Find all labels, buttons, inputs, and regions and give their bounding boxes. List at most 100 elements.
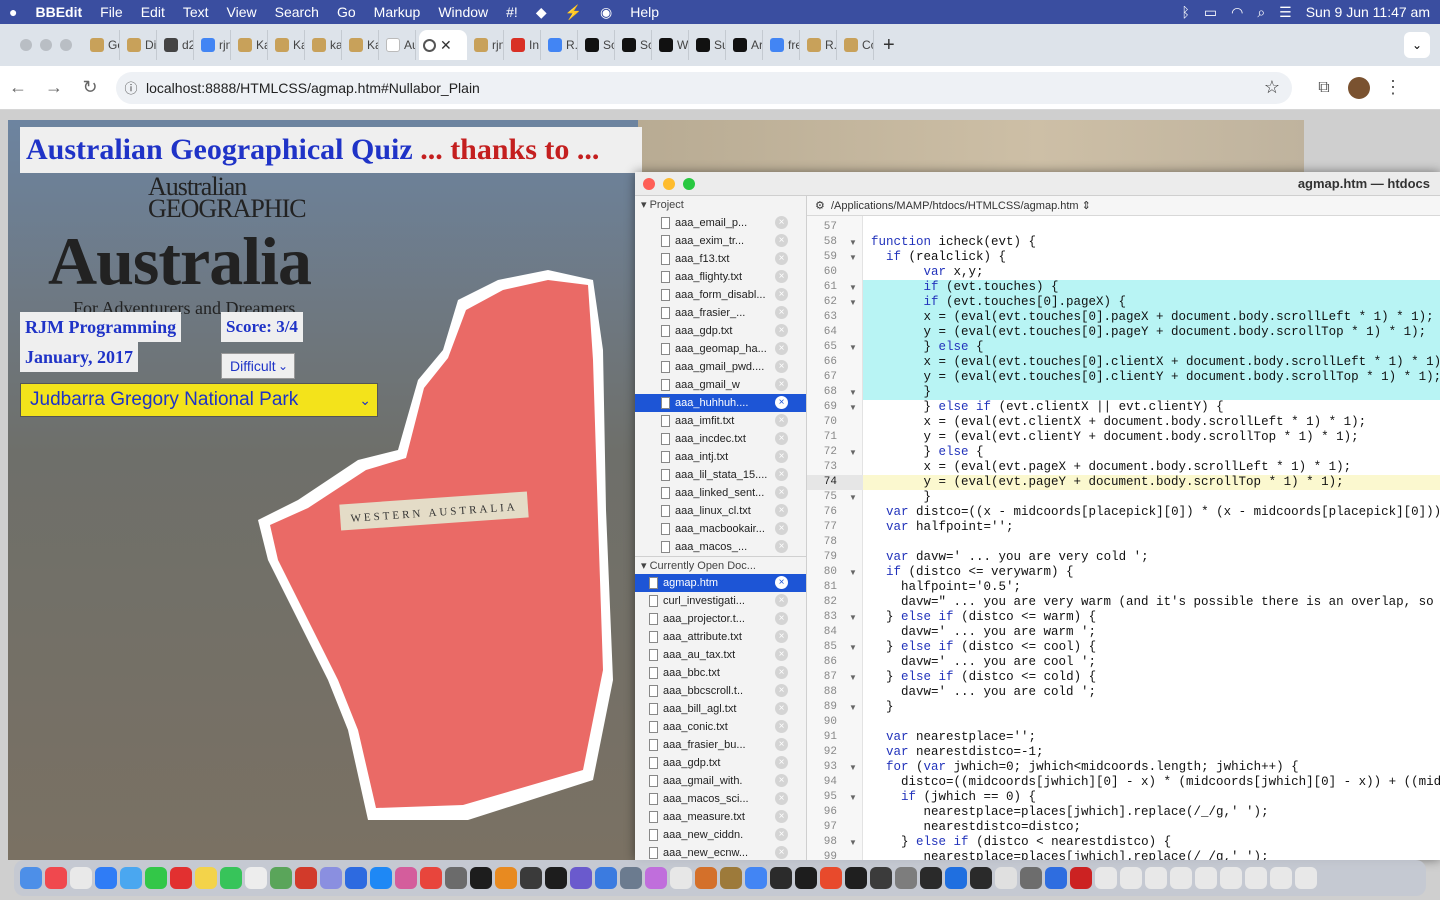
browser-tab[interactable]: R. <box>803 30 837 60</box>
code-line[interactable]: } else if (distco <= cool) { <box>863 640 1440 655</box>
address-url[interactable]: localhost:8888/HTMLCSS/agmap.htm#Nullabo… <box>146 80 480 96</box>
close-file-icon[interactable]: × <box>775 684 788 697</box>
minimize-window-button[interactable] <box>663 178 675 190</box>
bookmark-star-icon[interactable]: ☆ <box>1264 77 1280 98</box>
new-tab-button[interactable]: + <box>883 34 895 57</box>
forward-arrow-icon[interactable]: → <box>36 77 72 98</box>
code-line[interactable]: } <box>863 700 1440 715</box>
file-list-item[interactable]: aaa_gmail_w × <box>635 376 806 394</box>
fold-triangle-icon[interactable]: ▼ <box>849 610 859 625</box>
fold-triangle-icon[interactable]: ▼ <box>849 235 859 250</box>
dock-app-icon[interactable] <box>620 867 642 889</box>
menu-edit[interactable]: Edit <box>132 4 174 20</box>
browser-tab[interactable]: rjn <box>197 30 231 60</box>
dock-app-icon[interactable] <box>670 867 692 889</box>
file-list-item[interactable]: aaa_au_tax.txt × <box>635 646 806 664</box>
fold-triangle-icon[interactable]: ▼ <box>849 400 859 415</box>
close-file-icon[interactable]: × <box>775 414 788 427</box>
browser-tab[interactable]: Di <box>123 30 157 60</box>
highlighted-region-map[interactable]: WESTERN AUSTRALIA <box>248 260 648 830</box>
code-line[interactable] <box>863 220 1440 235</box>
browser-tab[interactable]: In <box>507 30 541 60</box>
dock-app-icon[interactable] <box>545 867 567 889</box>
grammarly-icon[interactable]: ◉ <box>591 4 621 21</box>
quiz-title-thanks[interactable]: ... thanks to ... <box>413 133 599 166</box>
code-line[interactable]: halfpoint='0.5'; <box>863 580 1440 595</box>
code-line[interactable]: if (evt.touches[0].pageX) { <box>863 295 1440 310</box>
extensions-puzzle-icon[interactable]: ⧉ <box>1306 79 1342 97</box>
dock-app-icon[interactable] <box>920 867 942 889</box>
close-file-icon[interactable]: × <box>775 306 788 319</box>
dock-app-icon[interactable] <box>245 867 267 889</box>
code-line[interactable]: davw=' ... you are warm '; <box>863 625 1440 640</box>
browser-tab[interactable]: Ar <box>729 30 763 60</box>
fold-triangle-icon[interactable]: ▼ <box>849 565 859 580</box>
zoom-window-button[interactable] <box>60 39 72 51</box>
browser-menu-icon[interactable]: ⋮ <box>1378 77 1408 98</box>
open-docs-section-header[interactable]: ▾ Currently Open Doc... <box>635 556 806 574</box>
browser-tab[interactable]: Sc <box>618 30 652 60</box>
browser-tab[interactable]: Ka <box>345 30 379 60</box>
close-file-icon[interactable]: × <box>775 594 788 607</box>
dock-app-icon[interactable] <box>20 867 42 889</box>
close-file-icon[interactable]: × <box>775 846 788 859</box>
dock-app-icon[interactable] <box>1070 867 1092 889</box>
dock-app-icon[interactable] <box>495 867 517 889</box>
fold-triangle-icon[interactable]: ▼ <box>849 760 859 775</box>
dock-app-icon[interactable] <box>595 867 617 889</box>
dock-app-icon[interactable] <box>120 867 142 889</box>
menu-clock[interactable]: Sun 9 Jun 11:47 am <box>1306 4 1430 20</box>
fold-triangle-icon[interactable]: ▼ <box>849 280 859 295</box>
dock-app-icon[interactable] <box>895 867 917 889</box>
file-list-item[interactable]: aaa_measure.txt × <box>635 808 806 826</box>
wifi-icon[interactable]: ◠ <box>1231 4 1243 21</box>
bluetooth-icon[interactable]: ᛒ <box>1181 4 1189 20</box>
browser-tab[interactable]: ka <box>308 30 342 60</box>
dock-app-icon[interactable] <box>945 867 967 889</box>
menu-help[interactable]: Help <box>621 4 668 20</box>
apple-menu-icon[interactable]: ● <box>0 4 26 20</box>
close-file-icon[interactable]: × <box>775 792 788 805</box>
close-file-icon[interactable]: × <box>775 756 788 769</box>
close-file-icon[interactable]: × <box>775 324 788 337</box>
close-file-icon[interactable]: × <box>775 666 788 679</box>
dock-app-icon[interactable] <box>470 867 492 889</box>
code-line[interactable]: y = (eval(evt.pageY + document.body.scro… <box>863 475 1440 490</box>
dock-app-icon[interactable] <box>420 867 442 889</box>
git-icon[interactable]: ◆ <box>527 4 556 21</box>
dock-app-icon[interactable] <box>520 867 542 889</box>
close-file-icon[interactable]: × <box>775 504 788 517</box>
file-list-item[interactable]: aaa_new_ecnw... × <box>635 844 806 860</box>
menu-view[interactable]: View <box>218 4 266 20</box>
fold-triangle-icon[interactable]: ▼ <box>849 445 859 460</box>
fold-triangle-icon[interactable]: ▼ <box>849 340 859 355</box>
code-line[interactable]: if (distco <= verywarm) { <box>863 565 1440 580</box>
browser-tab[interactable]: R. <box>544 30 578 60</box>
code-line[interactable]: if (realclick) { <box>863 250 1440 265</box>
close-file-icon[interactable]: × <box>775 540 788 553</box>
file-list-item[interactable]: aaa_bbcscroll.t.. × <box>635 682 806 700</box>
dock-app-icon[interactable] <box>870 867 892 889</box>
menu-go[interactable]: Go <box>328 4 365 20</box>
code-line[interactable]: davw=' ... you are cold '; <box>863 685 1440 700</box>
browser-tab[interactable]: Au <box>382 30 416 60</box>
dock-app-icon[interactable] <box>145 867 167 889</box>
dock-app-icon[interactable] <box>220 867 242 889</box>
file-list-item[interactable]: aaa_incdec.txt × <box>635 430 806 448</box>
dock-app-icon[interactable] <box>95 867 117 889</box>
close-file-icon[interactable]: × <box>775 630 788 643</box>
fold-triangle-icon[interactable]: ▼ <box>849 250 859 265</box>
close-file-icon[interactable]: × <box>775 378 788 391</box>
fold-triangle-icon[interactable]: ▼ <box>849 640 859 655</box>
file-list-item[interactable]: aaa_gdp.txt × <box>635 754 806 772</box>
close-file-icon[interactable]: × <box>775 270 788 283</box>
code-line[interactable]: davw=' ... you are cool '; <box>863 655 1440 670</box>
file-list-item[interactable]: aaa_linked_sent... × <box>635 484 806 502</box>
author-credit[interactable]: RJM Programming <box>20 312 182 342</box>
control-center-icon[interactable]: ☰ <box>1279 4 1292 21</box>
file-list-item[interactable]: aaa_f13.txt × <box>635 250 806 268</box>
code-line[interactable]: if (jwhich == 0) { <box>863 790 1440 805</box>
dock-app-icon[interactable] <box>570 867 592 889</box>
code-line[interactable]: } else { <box>863 340 1440 355</box>
close-window-button[interactable] <box>643 178 655 190</box>
